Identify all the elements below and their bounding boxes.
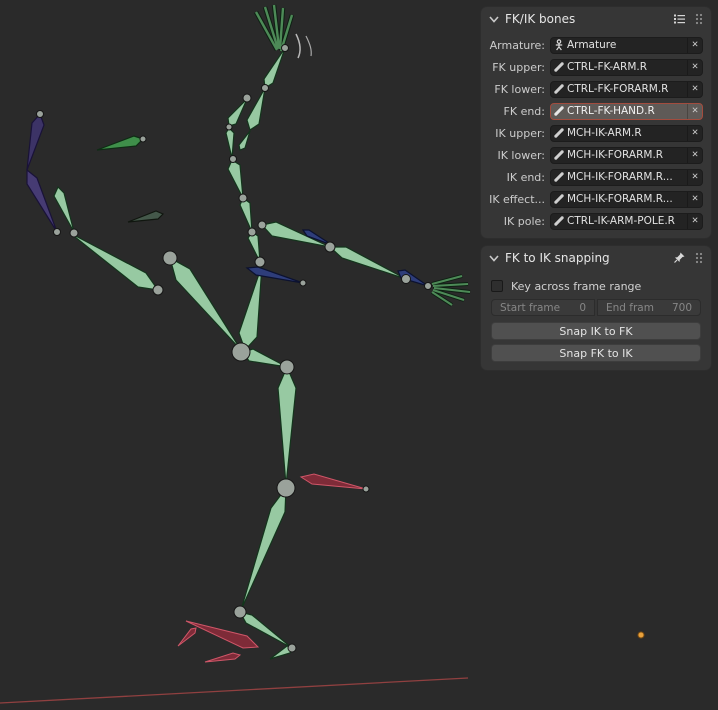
panel-fk-to-ik-snapping: FK to IK snapping Key across frame range…	[481, 246, 711, 370]
field-row-fk-lower: FK lower: CTRL-FK-FORARM.R ✕	[481, 78, 711, 100]
chevron-down-icon	[489, 254, 499, 262]
close-icon[interactable]: ✕	[687, 169, 702, 185]
snap-fk-to-ik-button[interactable]: Snap FK to IK	[491, 344, 701, 362]
field-value: MCH-IK-FORARM.R...	[567, 171, 673, 183]
close-icon[interactable]: ✕	[687, 37, 702, 53]
key-across-frame-range-checkbox[interactable]	[491, 280, 503, 292]
chevron-down-icon	[489, 15, 499, 23]
field-label: FK lower:	[494, 82, 545, 96]
frame-range-fields: Start frame 0 End fram 700	[491, 299, 701, 316]
close-icon[interactable]: ✕	[687, 81, 702, 97]
body-bones[interactable]	[53, 47, 407, 660]
field-row-ik-lower: IK lower: MCH-IK-FORARM.R ✕	[481, 144, 711, 166]
armature-figure[interactable]	[26, 4, 471, 663]
field-value: Armature	[567, 39, 617, 51]
panel-title: FK to IK snapping	[505, 250, 610, 265]
close-icon[interactable]: ✕	[687, 147, 702, 163]
ik-upper-field[interactable]: MCH-IK-ARM.R ✕	[550, 124, 703, 142]
armature-field[interactable]: Armature ✕	[550, 36, 703, 54]
field-label: FK upper:	[492, 60, 545, 74]
panel-header-fk-to-ik-snapping[interactable]: FK to IK snapping	[481, 246, 711, 269]
bone-icon	[551, 193, 567, 205]
armature-icon	[551, 39, 567, 51]
bone-icon	[551, 83, 567, 95]
start-frame-value: 0	[579, 301, 586, 314]
drag-handle-icon[interactable]	[695, 252, 703, 264]
panel-header-fkik-bones[interactable]: FK/IK bones	[481, 7, 711, 30]
field-value: CTRL-FK-FORARM.R	[567, 83, 669, 95]
ik-effector-field[interactable]: MCH-IK-FORARM.R... ✕	[550, 190, 703, 208]
field-value: CTRL-IK-ARM-POLE.R	[567, 215, 675, 227]
close-icon[interactable]: ✕	[687, 125, 702, 141]
ik-bones[interactable]	[245, 229, 429, 287]
field-row-fk-end: FK end: CTRL-FK-HAND.R ✕	[481, 100, 711, 122]
field-value: CTRL-FK-ARM.R	[567, 61, 648, 73]
checkbox-label: Key across frame range	[511, 279, 642, 293]
field-label: IK lower:	[497, 148, 545, 162]
pin-icon[interactable]	[673, 251, 686, 264]
fk-end-field[interactable]: CTRL-FK-HAND.R ✕	[550, 102, 703, 120]
close-icon[interactable]: ✕	[687, 191, 702, 207]
field-label: IK end:	[506, 170, 545, 184]
bone-icon	[551, 105, 567, 117]
field-row-ik-end: IK end: MCH-IK-FORARM.R... ✕	[481, 166, 711, 188]
close-icon[interactable]: ✕	[687, 59, 702, 75]
field-row-ik-pole: IK pole: CTRL-IK-ARM-POLE.R ✕	[481, 210, 711, 232]
start-frame-label: Start frame	[500, 301, 561, 314]
field-label: IK effect...	[489, 192, 545, 206]
field-row-fk-upper: FK upper: CTRL-FK-ARM.R ✕	[481, 56, 711, 78]
field-row-ik-upper: IK upper: MCH-IK-ARM.R ✕	[481, 122, 711, 144]
field-value: MCH-IK-ARM.R	[567, 127, 642, 139]
bone-icon	[551, 149, 567, 161]
close-icon[interactable]: ✕	[687, 103, 702, 119]
close-icon[interactable]: ✕	[687, 213, 702, 229]
ik-lower-field[interactable]: MCH-IK-FORARM.R ✕	[550, 146, 703, 164]
ik-end-field[interactable]: MCH-IK-FORARM.R... ✕	[550, 168, 703, 186]
bone-icon	[551, 127, 567, 139]
field-label: IK pole:	[503, 214, 545, 228]
field-label: FK end:	[503, 104, 545, 118]
field-value: CTRL-FK-HAND.R	[567, 105, 655, 117]
drag-handle-icon[interactable]	[695, 13, 703, 25]
object-origin-dot	[637, 631, 645, 639]
pole-control-bones[interactable]	[26, 112, 165, 233]
bone-icon	[551, 215, 567, 227]
start-frame-field[interactable]: Start frame 0	[491, 299, 595, 316]
bone-icon	[551, 61, 567, 73]
blender-3d-viewport[interactable]: FK/IK bones Armature: Armature ✕ FK uppe…	[0, 0, 718, 710]
end-frame-field[interactable]: End fram 700	[597, 299, 701, 316]
fk-upper-field[interactable]: CTRL-FK-ARM.R ✕	[550, 58, 703, 76]
field-value: MCH-IK-FORARM.R...	[567, 193, 673, 205]
panel-fkik-bones: FK/IK bones Armature: Armature ✕ FK uppe…	[481, 7, 711, 238]
ik-pole-field[interactable]: CTRL-IK-ARM-POLE.R ✕	[550, 212, 703, 230]
field-value: MCH-IK-FORARM.R	[567, 149, 664, 161]
key-across-frame-range-row: Key across frame range	[491, 277, 701, 295]
field-row-armature: Armature: Armature ✕	[481, 34, 711, 56]
end-frame-value: 700	[671, 301, 692, 314]
panel-title: FK/IK bones	[505, 11, 576, 26]
end-frame-label: End fram	[606, 301, 654, 314]
hand-fingers-right[interactable]	[430, 274, 471, 307]
field-label: IK upper:	[495, 126, 545, 140]
bone-icon	[551, 171, 567, 183]
fk-lower-field[interactable]: CTRL-FK-FORARM.R ✕	[550, 80, 703, 98]
field-label: Armature:	[489, 38, 545, 52]
axis-x-line	[0, 677, 469, 704]
field-row-ik-effector: IK effect... MCH-IK-FORARM.R... ✕	[481, 188, 711, 210]
presets-list-icon[interactable]	[673, 13, 686, 25]
snap-ik-to-fk-button[interactable]: Snap IK to FK	[491, 322, 701, 340]
